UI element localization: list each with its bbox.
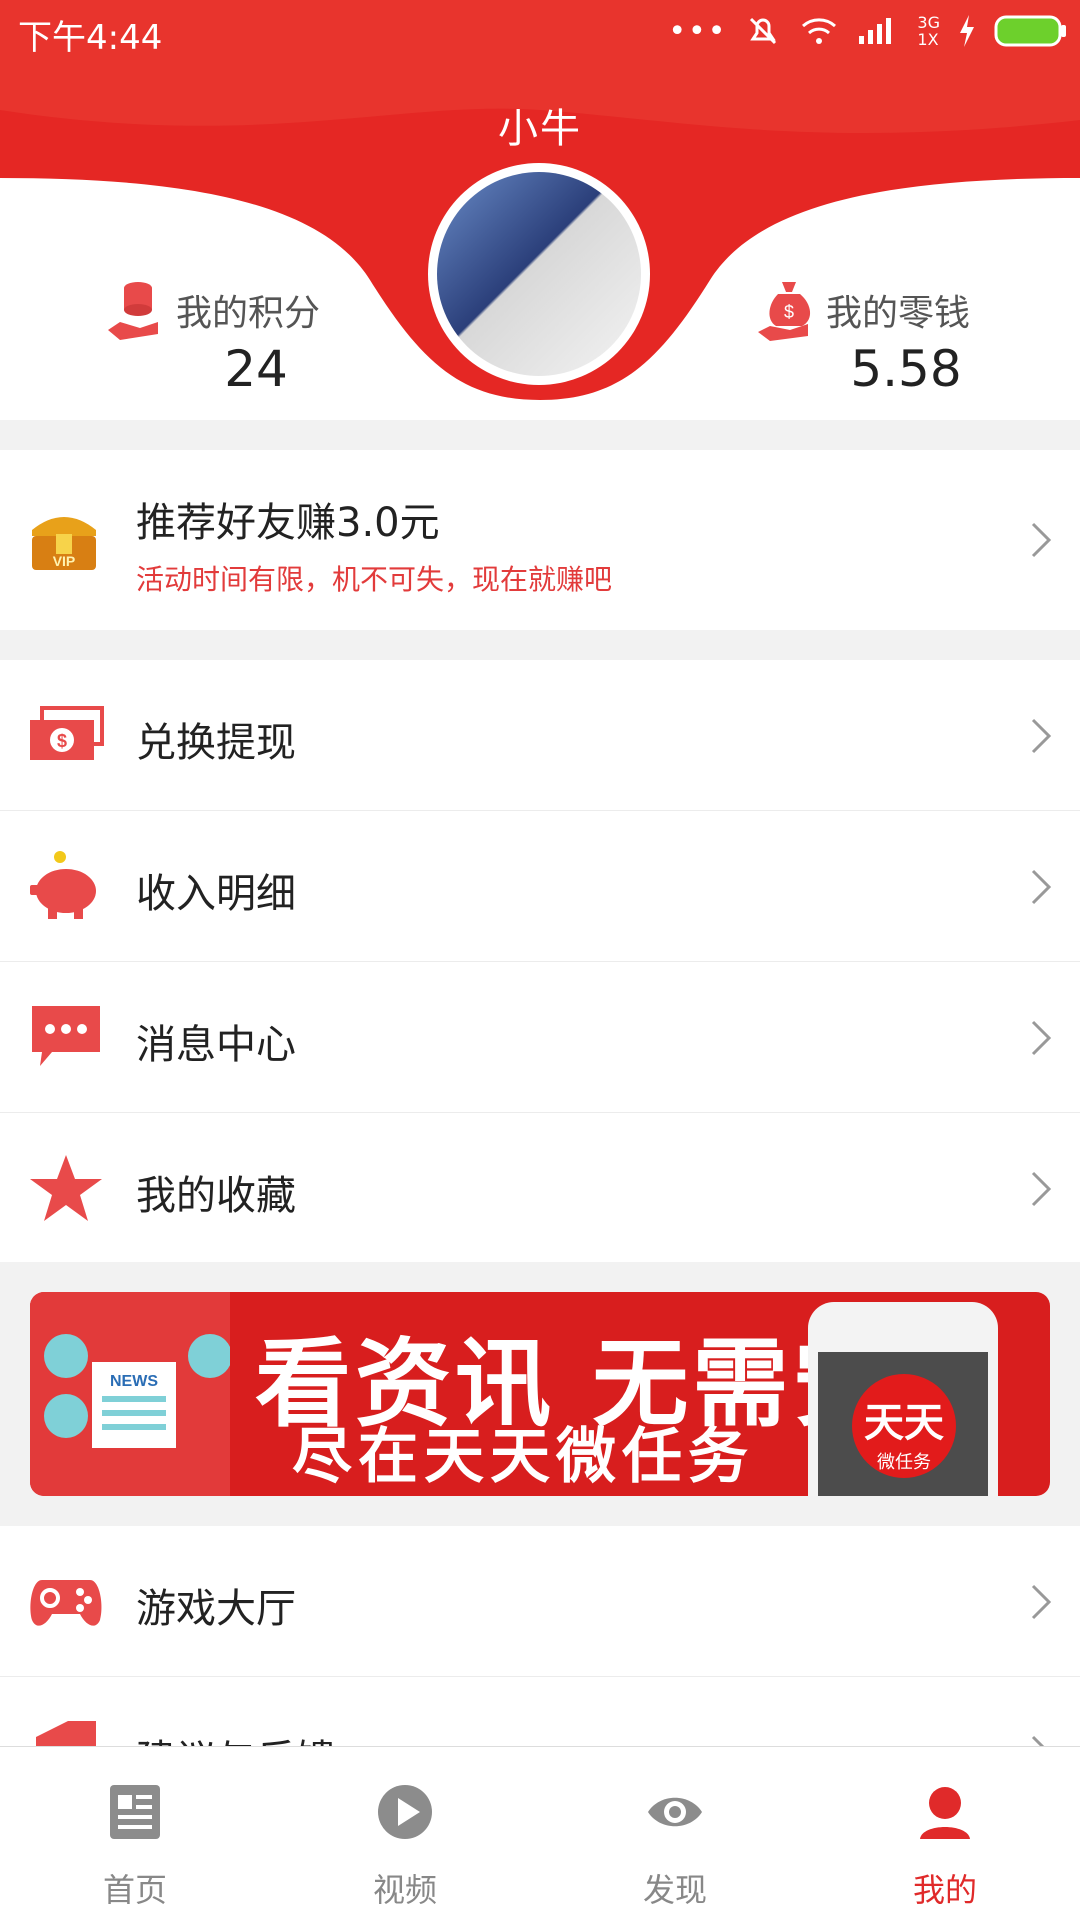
treasure-chest-icon: VIP xyxy=(32,517,96,570)
more-dots-icon: ••• xyxy=(668,13,728,49)
gamepad-icon xyxy=(30,1580,102,1626)
tab-label: 我的 xyxy=(912,1871,977,1909)
coins-icon xyxy=(108,282,158,340)
svg-text:$: $ xyxy=(784,302,794,322)
profile-header: 下午4:44 ••• 3G 1X 小牛 我的积分 24 $ 我的零钱 5.58 xyxy=(0,0,1080,420)
status-time: 下午4:44 xyxy=(18,18,163,58)
svg-text:NEWS: NEWS xyxy=(110,1373,158,1390)
menu-item-label: 收入明细 xyxy=(136,871,296,917)
promo-title: 推荐好友赚3.0元 xyxy=(136,500,440,546)
menu-item-games[interactable]: 游戏大厅 xyxy=(0,1526,1080,1677)
status-bar: 下午4:44 ••• 3G 1X xyxy=(0,0,1080,62)
news-illustration-icon: NEWS xyxy=(30,1292,230,1496)
menu-item-label: 我的收藏 xyxy=(136,1173,296,1219)
app-logo: 天天 微任务 xyxy=(852,1374,956,1478)
page-title: 小牛 xyxy=(498,106,582,152)
phone-illustration: 天天 微任务 xyxy=(808,1302,998,1496)
message-icon xyxy=(32,1006,100,1066)
tab-label: 发现 xyxy=(642,1871,707,1909)
play-icon xyxy=(378,1785,432,1839)
tab-video[interactable]: 视频 xyxy=(270,1747,540,1921)
cash-icon: $ xyxy=(30,706,104,760)
piggy-bank-icon xyxy=(30,851,96,919)
menu-list: $ 兑换提现 收入明细 消息中心 我的收藏 xyxy=(0,660,1080,1263)
charging-icon xyxy=(960,15,974,47)
eye-icon xyxy=(648,1797,702,1827)
chevron-right-icon xyxy=(1031,1584,1052,1620)
banner-tagline: 尽在天天微任务 xyxy=(292,1422,754,1492)
promo-banner[interactable]: NEWS 看资讯 无需安装 尽在天天微任务 天天 微任务 xyxy=(30,1292,1050,1496)
user-icon xyxy=(920,1787,970,1839)
banner-section: NEWS 看资讯 无需安装 尽在天天微任务 天天 微任务 xyxy=(0,1262,1080,1526)
tab-discover[interactable]: 发现 xyxy=(540,1747,810,1921)
chevron-right-icon xyxy=(1031,1020,1052,1056)
invite-friends-row[interactable]: VIP 推荐好友赚3.0元 活动时间有限，机不可失，现在就赚吧 xyxy=(0,450,1080,630)
avatar[interactable] xyxy=(428,163,650,385)
menu-item-favorites[interactable]: 我的收藏 xyxy=(0,1113,1080,1263)
tab-label: 首页 xyxy=(102,1871,167,1909)
signal-icon xyxy=(859,18,892,44)
menu-item-label: 兑换提现 xyxy=(136,720,296,766)
change-label: 我的零钱 xyxy=(826,293,971,334)
chevron-right-icon xyxy=(1031,522,1052,558)
star-icon xyxy=(30,1155,102,1221)
svg-text:$: $ xyxy=(57,731,67,751)
tab-home[interactable]: 首页 xyxy=(0,1747,270,1921)
chevron-right-icon xyxy=(1031,1171,1052,1207)
menu-item-label: 消息中心 xyxy=(136,1022,296,1068)
menu-item-exchange[interactable]: $ 兑换提现 xyxy=(0,660,1080,811)
money-bag-icon: $ xyxy=(758,282,811,341)
chevron-right-icon xyxy=(1031,869,1052,905)
battery-icon xyxy=(994,15,1066,47)
svg-text:VIP: VIP xyxy=(53,553,76,569)
bottom-tab-bar: 首页 视频 发现 我的 xyxy=(0,1746,1080,1921)
menu-item-label: 游戏大厅 xyxy=(136,1586,296,1632)
avatar-image xyxy=(437,172,641,376)
menu-item-income[interactable]: 收入明细 xyxy=(0,811,1080,962)
status-icons: ••• 3G 1X xyxy=(668,10,1068,52)
change-value: 5.58 xyxy=(850,340,962,398)
promo-subtitle: 活动时间有限，机不可失，现在就赚吧 xyxy=(136,563,613,596)
network-type: 3G 1X xyxy=(917,13,940,49)
points-value: 24 xyxy=(224,340,288,398)
wifi-icon xyxy=(802,18,837,44)
tab-label: 视频 xyxy=(372,1871,437,1909)
chevron-right-icon xyxy=(1031,718,1052,754)
news-icon xyxy=(110,1785,160,1839)
tab-mine[interactable]: 我的 xyxy=(810,1747,1080,1921)
menu-item-messages[interactable]: 消息中心 xyxy=(0,962,1080,1113)
points-label: 我的积分 xyxy=(176,293,321,334)
mute-icon xyxy=(750,17,777,45)
